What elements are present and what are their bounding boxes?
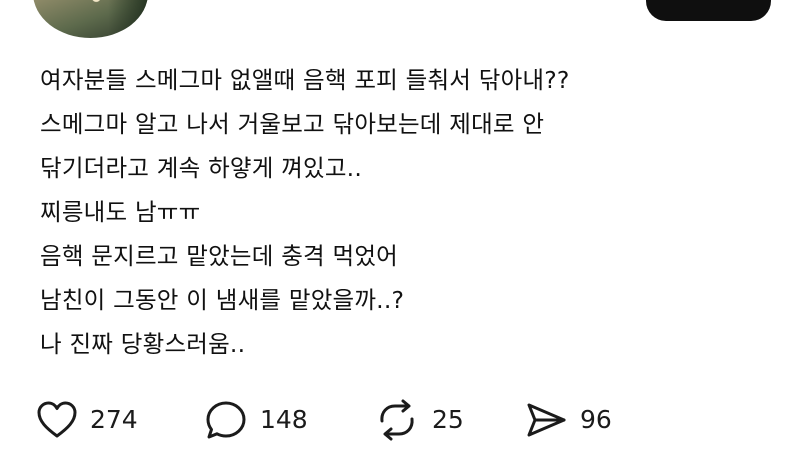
share-button[interactable]: 96: [524, 392, 612, 448]
like-button[interactable]: 274: [36, 392, 138, 448]
post-line: 스메그마 알고 나서 거울보고 닦아보는데 제대로 안: [40, 110, 545, 138]
send-icon: [527, 403, 566, 437]
comment-bubble-icon: [206, 401, 246, 439]
post-line: 나 진짜 당황스러움..: [40, 330, 246, 358]
like-count: 274: [90, 405, 138, 434]
post-line: 닦기더라고 계속 하얗게 껴있고..: [40, 154, 363, 182]
post-line: 음핵 문지르고 맡았는데 충격 먹었어: [40, 242, 398, 270]
avatar[interactable]: [33, 0, 148, 38]
avatar-shade: [107, 0, 148, 38]
repost-icon: [380, 399, 414, 441]
heart-icon: [37, 401, 77, 438]
repost-button[interactable]: 25: [374, 392, 464, 448]
repost-count: 25: [432, 405, 464, 434]
comment-count: 148: [260, 405, 308, 434]
share-count: 96: [580, 405, 612, 434]
post-body: 여자분들 스메그마 없앨때 음핵 포피 들춰서 닦아내?? 스메그마 알고 나서…: [40, 58, 780, 366]
post-line: 여자분들 스메그마 없앨때 음핵 포피 들춰서 닦아내??: [40, 66, 570, 94]
comment-button[interactable]: 148: [204, 392, 308, 448]
post-line: 찌릉내도 남ㅠㅠ: [40, 198, 201, 226]
post-actions-bar: 274 148 25 96: [36, 392, 676, 448]
post-line: 남친이 그동안 이 냄새를 맡았을까..?: [40, 286, 405, 314]
follow-button[interactable]: [646, 0, 771, 21]
